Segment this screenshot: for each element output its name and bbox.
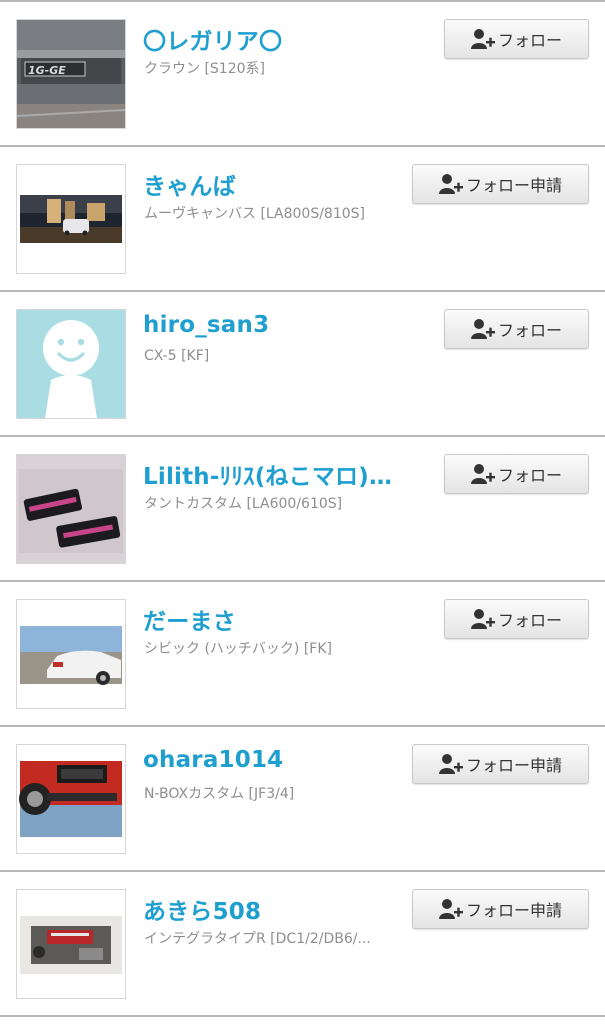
white-car-photo xyxy=(17,600,125,708)
user-thumbnail[interactable] xyxy=(16,309,126,419)
default-avatar xyxy=(17,310,125,418)
add-user-icon xyxy=(438,173,463,195)
list-item[interactable]: hiro_san3 CX-5 [KF] フォロー xyxy=(0,292,605,437)
user-thumbnail[interactable] xyxy=(16,164,126,274)
user-thumbnail[interactable]: 1G-GE xyxy=(16,19,126,129)
follow-request-button[interactable]: フォロー申請 xyxy=(412,889,589,929)
list-item[interactable]: 1G-GE 〇レガリア〇 クラウン [S120系] フォロー xyxy=(0,2,605,147)
add-user-icon xyxy=(470,318,495,340)
user-thumbnail[interactable] xyxy=(16,889,126,999)
add-user-icon xyxy=(438,753,463,775)
add-user-icon xyxy=(470,608,495,630)
user-car[interactable]: N-BOXカスタム [JF3/4] xyxy=(144,783,406,803)
follow-button[interactable]: フォロー xyxy=(444,19,589,59)
follow-button-label: フォロー xyxy=(497,321,562,340)
user-thumbnail[interactable] xyxy=(16,454,126,564)
engine-cover-photo: 1G-GE xyxy=(17,20,125,128)
sticker-photo xyxy=(17,455,125,563)
follow-button-label: フォロー xyxy=(497,611,562,630)
follow-button[interactable]: フォロー xyxy=(444,309,589,349)
user-car[interactable]: ムーヴキャンバス [LA800S/810S] xyxy=(144,203,406,223)
user-name[interactable]: 〇レガリア〇 xyxy=(143,22,411,56)
engine-bay-photo xyxy=(17,890,125,998)
user-name[interactable]: あきら508 xyxy=(143,892,411,926)
user-car[interactable]: クラウン [S120系] xyxy=(144,58,406,78)
user-car[interactable]: CX-5 [KF] xyxy=(144,348,406,364)
follow-button-label: フォロー xyxy=(497,466,562,485)
follow-button-label: フォロー申請 xyxy=(465,756,562,775)
follow-button[interactable]: フォロー xyxy=(444,454,589,494)
list-item[interactable]: あきら508 インテグラタイプR [DC1/2/DB6/... フォロー申請 xyxy=(0,872,605,1017)
red-bumper-photo xyxy=(17,745,125,853)
user-name[interactable]: きゃんば xyxy=(143,167,411,201)
follow-button-label: フォロー xyxy=(497,31,562,50)
user-car[interactable]: シビック (ハッチバック) [FK] xyxy=(144,638,406,658)
user-name[interactable]: ohara1014 xyxy=(143,747,411,773)
night-street-car-photo xyxy=(17,165,125,273)
user-name[interactable]: Lilith-ﾘﾘｽ(ねこマロ)ほ... xyxy=(143,457,411,491)
user-name[interactable]: hiro_san3 xyxy=(143,312,411,338)
follow-button-label: フォロー申請 xyxy=(465,176,562,195)
svg-text:1G-GE: 1G-GE xyxy=(28,64,66,77)
list-item[interactable]: Lilith-ﾘﾘｽ(ねこマロ)ほ... タントカスタム [LA600/610S… xyxy=(0,437,605,582)
add-user-icon xyxy=(438,898,463,920)
user-car[interactable]: インテグラタイプR [DC1/2/DB6/... xyxy=(144,928,406,948)
list-item[interactable]: だーまさ シビック (ハッチバック) [FK] フォロー xyxy=(0,582,605,727)
list-item[interactable]: きゃんば ムーヴキャンバス [LA800S/810S] フォロー申請 xyxy=(0,147,605,292)
user-name[interactable]: だーまさ xyxy=(143,602,411,636)
follow-request-button[interactable]: フォロー申請 xyxy=(412,164,589,204)
add-user-icon xyxy=(470,463,495,485)
user-car[interactable]: タントカスタム [LA600/610S] xyxy=(144,493,406,513)
user-list: 1G-GE 〇レガリア〇 クラウン [S120系] フォロー きゃんば ムーヴキ… xyxy=(0,0,605,1024)
follow-button-label: フォロー申請 xyxy=(465,901,562,920)
user-thumbnail[interactable] xyxy=(16,744,126,854)
list-item[interactable]: ohara1014 N-BOXカスタム [JF3/4] フォロー申請 xyxy=(0,727,605,872)
user-thumbnail[interactable] xyxy=(16,599,126,709)
add-user-icon xyxy=(470,28,495,50)
follow-request-button[interactable]: フォロー申請 xyxy=(412,744,589,784)
follow-button[interactable]: フォロー xyxy=(444,599,589,639)
